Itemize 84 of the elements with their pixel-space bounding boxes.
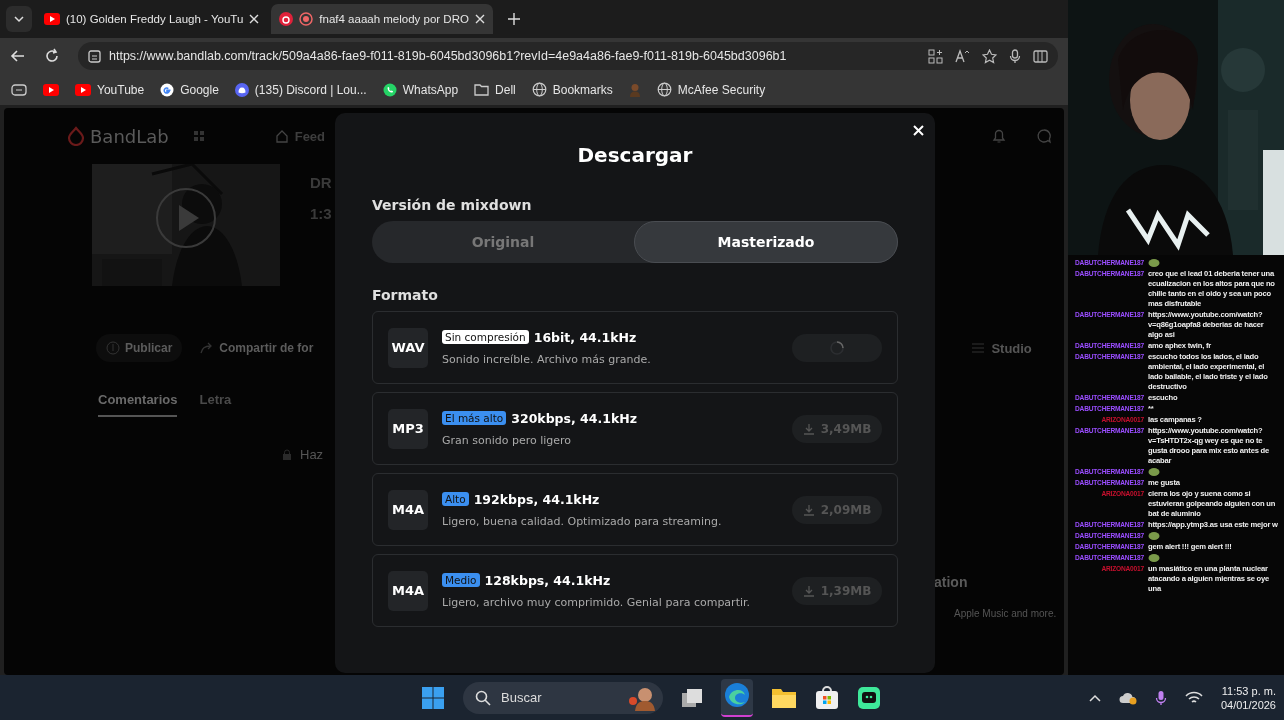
format-code: M4A [388,489,428,530]
bookmark[interactable]: Google [160,82,219,97]
emote-icon [1148,553,1160,563]
quality-tag: Medio [442,573,480,587]
folder-icon[interactable] [771,686,797,709]
collections-icon[interactable] [11,83,27,96]
format-spec: 16bit, 44.1kHz [533,329,637,345]
cloud-icon[interactable] [1118,690,1137,705]
search-icon [475,689,491,706]
split-screen-icon[interactable] [1033,48,1048,64]
favorite-star-icon[interactable] [982,48,997,64]
wave-logo-icon [724,681,750,708]
bookmark[interactable]: McAfee Security [656,82,766,97]
download-icon [802,503,815,516]
browser-tab[interactable]: fnaf4 aaaah melody por DRO [271,4,493,34]
folder-icon [474,83,490,96]
emote-icon [1148,467,1160,477]
g-logo-icon [160,82,175,97]
format-spec: 128kbps, 44.1kHz [484,572,611,588]
format-description: Ligero, buena calidad. Optimizado para streaming. [442,514,723,528]
emote-icon [1148,258,1160,268]
new-tab-icon[interactable] [506,12,521,26]
bookmark[interactable]: YouTube [75,82,145,97]
apps-icon[interactable] [928,48,943,64]
quality-tag: Alto [442,492,469,506]
content-tab[interactable]: Comentarios [98,392,178,417]
chat-bubble-app-icon[interactable] [857,685,881,710]
emote-icon [1148,531,1160,541]
section-label: Versión de mixdown [372,197,533,213]
site-info-icon [88,49,101,63]
section-text: Apple Music and more. [954,608,1057,619]
upload-icon [106,341,120,355]
quality-tag: Sin compresión [442,330,529,344]
app-logo-icon [279,12,294,26]
microphone-icon[interactable] [1154,689,1167,706]
format-code: MP3 [388,408,428,449]
tab-list-button[interactable] [6,6,32,32]
bookmark[interactable]: Dell [474,82,516,97]
lock-icon [282,448,292,461]
home-icon [274,129,289,143]
download-icon [802,584,815,597]
format-description: Ligero, archivo muy comprimido. Genial para compartir. [442,595,752,609]
browser-tab[interactable]: (10) Golden Freddy Laugh - YouTu [36,4,268,34]
clock[interactable]: 11:53 p. m. 04/01/2026 [1220,683,1276,712]
chat-phone-logo-icon [382,82,397,97]
format-description: Gran sonido pero ligero [442,433,573,447]
format-code: M4A [388,570,428,611]
section-label: Formato [372,287,439,303]
wifi-icon[interactable] [1184,690,1203,705]
close-icon[interactable] [474,14,485,24]
address-bar[interactable]: https://www.bandlab.com/track/509a4a86-fae9-f011-819b-6045bd3096b1?revId=4e9a4a86-fae9-f011-819b-6045bd3096b1 [78,42,1058,70]
back-icon[interactable] [10,48,26,64]
format-spec: 320kbps, 44.1kHz [511,410,637,426]
store-bag-icon[interactable] [815,685,839,710]
play-logo-icon [43,83,59,96]
task-view-icon[interactable] [681,687,703,708]
bookmark[interactable]: Bookmarks [531,82,613,97]
microphone-icon[interactable] [1009,48,1021,64]
play-logo-icon [44,13,60,25]
reload-icon[interactable] [44,48,60,64]
download-icon [802,422,815,435]
recording-icon [299,12,314,26]
chevron-icon [13,13,25,25]
bookmark[interactable]: WhatsApp [382,82,459,97]
spinner-icon [830,340,844,355]
person-icon [628,82,641,97]
format-spec: 192kbps, 44.1kHz [473,491,600,507]
chevron-up-icon[interactable] [1088,693,1101,702]
dialog-title: Descargar [576,143,694,167]
start-icon[interactable] [421,685,445,710]
taskbar-app[interactable] [721,678,753,717]
read-aloud-icon[interactable] [955,48,970,64]
bookmark[interactable]: (135) Discord | Lou... [234,82,367,97]
quality-tag: El más alto [442,411,507,425]
segment-option[interactable]: Masterizado [634,221,898,263]
section-heading: ation [934,574,969,590]
search-field[interactable]: Buscar [463,681,663,714]
play-logo-icon [75,83,91,96]
globe-icon [656,82,672,97]
format-code: WAV [388,327,428,368]
bookmark[interactable] [43,83,59,96]
close-icon[interactable] [249,14,260,24]
globe-icon [531,82,547,97]
format-description: Sonido increíble. Archivo más grande. [442,352,652,366]
